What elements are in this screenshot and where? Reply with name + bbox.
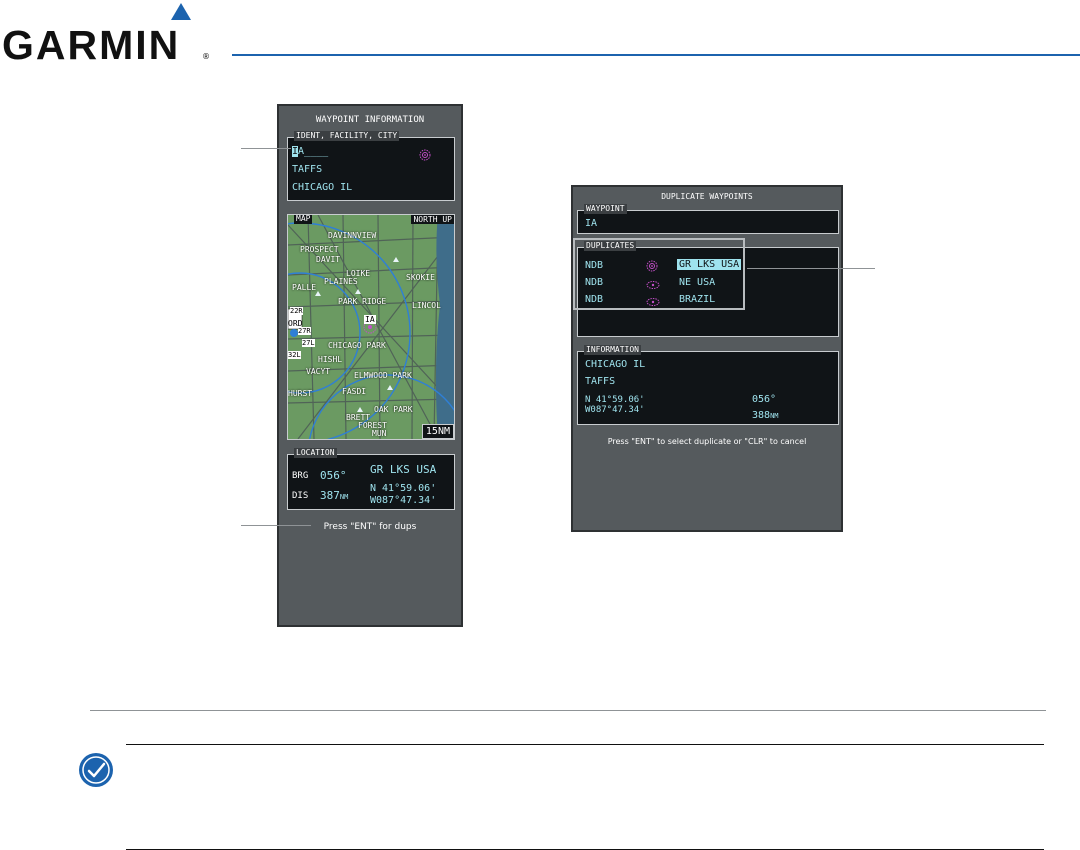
- note-check-icon: [78, 752, 114, 792]
- info-facility: TAFFS: [585, 376, 616, 387]
- dup-row-type: NDB: [585, 260, 604, 271]
- map-runway-label: 27L: [302, 339, 315, 347]
- map-label: PLAINES: [324, 277, 358, 286]
- info-longitude: W087°47.34': [585, 405, 645, 415]
- dis-number: 387: [320, 489, 340, 502]
- callout-line-prompt: [241, 525, 311, 526]
- callout-line-duplicates: [747, 268, 875, 269]
- info-bearing: 056°: [752, 394, 777, 405]
- ndb-icon: [419, 146, 431, 165]
- ident-facility-city-box: IDENT, FACILITY, CITY IA____ TAFFS CHICA…: [287, 131, 455, 201]
- garmin-logo: GARMIN: [2, 22, 181, 68]
- duplicate-waypoints-title: DUPLICATE WAYPOINTS: [661, 192, 753, 201]
- map-range: 15NM: [421, 424, 454, 439]
- ent-for-dups-prompt: Press "ENT" for dups: [323, 522, 417, 532]
- dup-row-region[interactable]: NE USA: [679, 277, 715, 288]
- information-box-title: INFORMATION: [584, 345, 641, 355]
- map-label: DAVINNVIEW: [328, 231, 377, 240]
- waypoint-box: WAYPOINT IA: [577, 204, 839, 234]
- dis-value: 387NM: [320, 489, 348, 502]
- note-top-rule: [126, 744, 1044, 745]
- waypoint-box-title: WAYPOINT: [584, 204, 627, 214]
- map-ndb-label: IA: [364, 315, 376, 324]
- city-name: CHICAGO IL: [292, 182, 353, 193]
- map-label: DAVIT: [316, 255, 341, 264]
- brg-label: BRG: [292, 471, 309, 481]
- section-divider: [90, 710, 1046, 711]
- select-duplicate-prompt: Press "ENT" to select duplicate or "CLR"…: [607, 437, 807, 446]
- location-box-title: LOCATION: [294, 448, 337, 458]
- ident-rest: A____: [298, 146, 329, 157]
- information-box: INFORMATION CHICAGO IL TAFFS N 41°59.06'…: [577, 345, 839, 425]
- callout-line-ident: [241, 148, 291, 149]
- map-label: SKOKIE: [406, 273, 435, 282]
- info-distance: 388NM: [752, 410, 779, 421]
- longitude-value: W087°47.34': [370, 495, 437, 506]
- map-label: PROSPECT: [300, 245, 339, 254]
- duplicates-box: DUPLICATES NDB GR LKS USA NDB NE USA NDB…: [573, 238, 839, 337]
- info-city: CHICAGO IL: [585, 359, 646, 370]
- dup-row-region[interactable]: BRAZIL: [679, 294, 715, 305]
- map-label: MUN: [372, 429, 387, 438]
- dup-row-type: NDB: [585, 277, 604, 288]
- info-distance-number: 388: [752, 410, 771, 421]
- dup-row-region-selected[interactable]: GR LKS USA: [677, 259, 742, 270]
- location-box: LOCATION BRG 056° DIS 387NM GR LKS USA N…: [287, 448, 455, 510]
- region-value: GR LKS USA: [370, 463, 437, 476]
- map-label: HURST: [288, 389, 313, 398]
- dis-label: DIS: [292, 491, 309, 501]
- header-rule: [232, 54, 1080, 56]
- info-latitude: N 41°59.06': [585, 395, 645, 405]
- map-label: FASDI: [342, 387, 367, 396]
- map-box-title: MAP: [294, 214, 313, 224]
- dup-row-type: NDB: [585, 294, 604, 305]
- brg-value: 056°: [320, 469, 347, 482]
- map-label: CHICAGO PARK: [328, 341, 386, 350]
- facility-name: TAFFS: [292, 164, 323, 175]
- map-box[interactable]: MAP DAVINNVIEW PROSPECT DAVIT LOIKE SKOK…: [287, 214, 455, 440]
- dis-unit: NM: [339, 493, 349, 501]
- map-label: PARK RIDGE: [338, 297, 387, 306]
- map-runway-label: 27R: [298, 327, 311, 335]
- ndb-icon: [646, 292, 660, 311]
- ident-box-title: IDENT, FACILITY, CITY: [294, 131, 400, 141]
- duplicate-waypoints-screen: DUPLICATE WAYPOINTS WAYPOINT IA DUPLICAT…: [571, 185, 843, 532]
- info-distance-unit: NM: [770, 412, 779, 420]
- map-runway-label: 22R: [290, 307, 303, 315]
- latitude-value: N 41°59.06': [370, 483, 437, 494]
- waypoint-information-screen: WAYPOINT INFORMATION IDENT, FACILITY, CI…: [277, 104, 463, 627]
- map-label: ELMWOOD PARK: [354, 371, 412, 380]
- registered-mark: ®: [202, 52, 210, 61]
- ndb-icon: [646, 257, 658, 276]
- map-label: PALLE: [292, 283, 317, 292]
- map-label: OAK PARK: [374, 405, 413, 414]
- ident-input[interactable]: IA____: [292, 146, 328, 157]
- map-label: HISHL: [318, 355, 343, 364]
- waypoint-value: IA: [585, 218, 598, 229]
- map-label: VACYT: [306, 367, 331, 376]
- map-orientation: NORTH UP: [411, 215, 454, 224]
- map-runway-label: 32L: [288, 351, 301, 359]
- map-label: LINCOL: [412, 301, 441, 310]
- waypoint-information-title: WAYPOINT INFORMATION: [315, 115, 425, 125]
